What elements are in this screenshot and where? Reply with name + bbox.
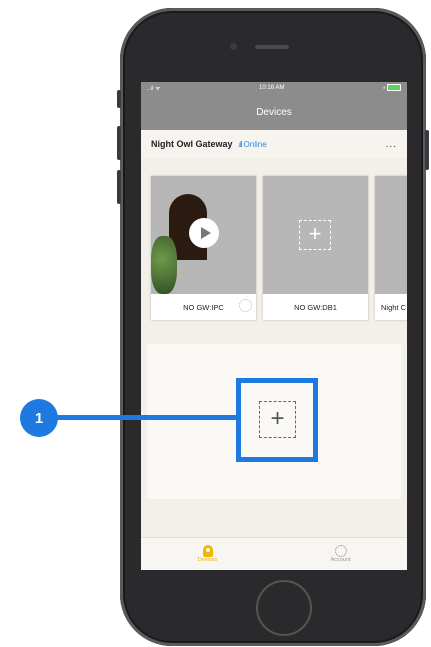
camera-thumbnail — [151, 176, 256, 294]
gateway-signal-icon: .ıll — [237, 139, 243, 149]
battery-area: * — [383, 83, 401, 93]
add-device-plus-icon[interactable]: + — [259, 401, 296, 438]
device-card-partial[interactable]: Night C — [375, 176, 407, 320]
nav-bar: Devices — [141, 94, 407, 130]
plus-icon[interactable]: + — [299, 220, 331, 250]
device-cards: NO GW:IPC + NO GW:DB1 Night C — [151, 176, 407, 320]
power-button — [425, 130, 429, 170]
tab-label: Account — [330, 557, 351, 563]
callout-highlight: + — [236, 378, 318, 462]
device-card-label-wrap: Night C — [375, 294, 407, 320]
device-card-label: NO GW:DB1 — [294, 302, 337, 312]
device-card-label-wrap: NO GW:IPC — [151, 294, 256, 320]
status-bar: ..ıl ᯤ 10:16 AM * — [141, 82, 407, 94]
callout-line — [40, 415, 237, 420]
status-time: 10:16 AM — [259, 85, 285, 91]
gateway-status: Online — [243, 139, 267, 149]
empty-thumbnail: + — [263, 176, 368, 294]
tab-label: Devices — [197, 557, 218, 563]
device-card-db1[interactable]: + NO GW:DB1 — [263, 176, 368, 320]
front-camera — [230, 43, 237, 50]
page-title: Devices — [256, 106, 292, 118]
app-screen: ..ıl ᯤ 10:16 AM * Devices Night Owl Gate… — [141, 82, 407, 570]
tab-account[interactable]: Account — [274, 538, 407, 570]
play-icon[interactable] — [189, 218, 219, 248]
devices-icon — [202, 545, 213, 557]
mute-switch — [117, 90, 121, 108]
account-gear-icon — [334, 545, 347, 557]
battery-icon — [386, 83, 401, 91]
device-card-ipc[interactable]: NO GW:IPC — [151, 176, 256, 320]
volume-up-button — [117, 126, 121, 160]
more-options-button[interactable]: ... — [386, 139, 397, 150]
gateway-name: Night Owl Gateway — [151, 139, 233, 149]
device-card-label: Night C — [381, 302, 407, 312]
device-card-label-wrap: NO GW:DB1 — [263, 294, 368, 320]
tab-devices[interactable]: Devices — [141, 538, 274, 570]
home-button[interactable] — [256, 580, 312, 636]
tab-bar: Devices Account — [141, 537, 407, 570]
device-card-label: NO GW:IPC — [183, 302, 224, 312]
callout-number-badge: 1 — [20, 399, 58, 437]
thumbnail-plant — [151, 236, 177, 294]
empty-thumbnail — [375, 176, 407, 294]
gateway-header: Night Owl Gateway .ıll Online ... — [141, 130, 407, 158]
earpiece-speaker — [255, 45, 289, 49]
signal-indicator: ..ıl ᯤ — [147, 86, 161, 92]
gear-icon[interactable] — [239, 299, 252, 312]
volume-down-button — [117, 170, 121, 204]
